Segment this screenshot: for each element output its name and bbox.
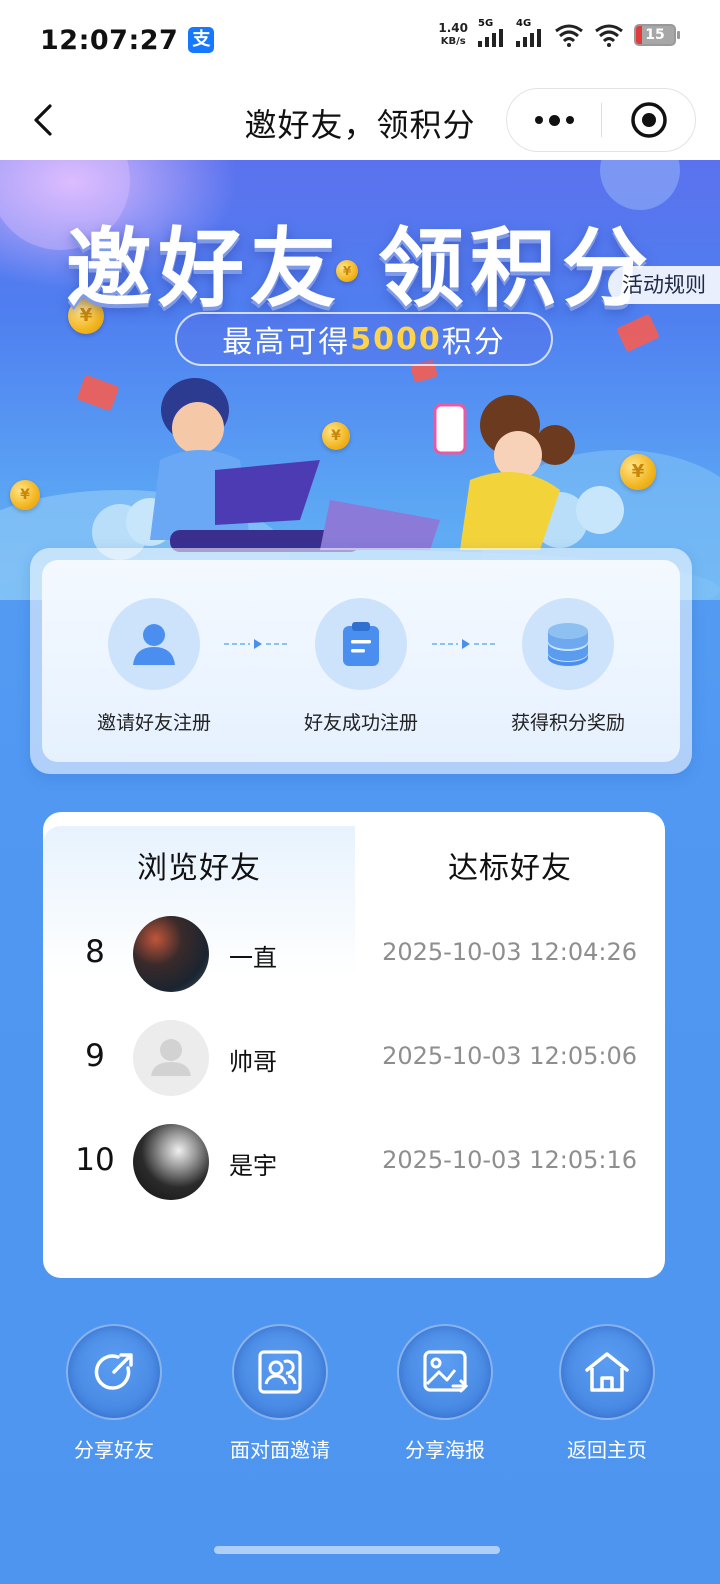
signal-5g-icon: 5G — [478, 18, 506, 47]
friend-time: 2025-10-03 12:05:06 — [382, 1042, 637, 1070]
net-speed: 1.40 KB/s — [438, 21, 468, 48]
list-item: 8 一直 2025-10-03 12:04:26 — [43, 914, 665, 994]
share-friends-button[interactable]: 分享好友 — [29, 1324, 199, 1463]
status-indicators: 1.40 KB/s 5G 4G 15 — [438, 18, 680, 48]
user-icon — [133, 624, 175, 665]
steps-card: 邀请好友注册 好友成功注册 获得积分奖励 — [30, 548, 692, 774]
action-label: 分享好友 — [74, 1438, 154, 1462]
avatar — [133, 916, 209, 992]
alipay-icon: 支 — [188, 27, 215, 53]
step-register: 好友成功注册 — [271, 598, 451, 735]
rank-number: 10 — [75, 1142, 115, 1178]
target-icon — [630, 102, 667, 138]
coin-decoration: ¥ — [620, 454, 656, 490]
status-bar: 12:07:27 支 1.40 KB/s 5G 4G 15 — [0, 0, 720, 80]
default-avatar-icon — [151, 1039, 191, 1076]
tab-qualified-friends[interactable]: 达标好友 — [355, 834, 665, 904]
face-to-face-icon — [258, 1350, 302, 1394]
tab-browse-friends[interactable]: 浏览好友 — [43, 834, 355, 904]
home-indicator[interactable] — [214, 1546, 500, 1554]
friend-time: 2025-10-03 12:05:16 — [382, 1146, 637, 1174]
coin-decoration: ¥ — [10, 480, 40, 510]
back-to-home-button[interactable]: 返回主页 — [522, 1324, 692, 1463]
step-invite: 邀请好友注册 — [64, 598, 244, 735]
step-label: 好友成功注册 — [303, 712, 418, 734]
hero-banner: ¥ ¥ ¥ ¥ ¥ 邀好友 领积分 最高可得 5000 积分 活动规则 — [0, 160, 720, 600]
action-label: 面对面邀请 — [230, 1438, 330, 1462]
friend-name: 一直 — [229, 944, 277, 972]
rank-number: 9 — [85, 1038, 105, 1074]
avatar — [133, 1124, 209, 1200]
coin-decoration: ¥ — [322, 422, 350, 450]
share-poster-button[interactable]: 分享海报 — [360, 1324, 530, 1463]
poster-share-icon — [423, 1350, 469, 1393]
step-reward: 获得积分奖励 — [478, 598, 658, 735]
list-item: 9 帅哥 2025-10-03 12:05:06 — [43, 1018, 665, 1098]
action-label: 返回主页 — [567, 1438, 647, 1462]
signal-4g-icon: 4G — [516, 18, 544, 47]
wifi-icon-2 — [595, 24, 623, 47]
mini-program-capsule — [506, 88, 696, 152]
close-mini-program-button[interactable] — [602, 101, 695, 139]
banner-subtitle: 最高可得 5000 积分 — [175, 312, 553, 366]
friend-name: 帅哥 — [229, 1048, 277, 1076]
step-label: 邀请好友注册 — [96, 712, 211, 734]
step-label: 获得积分奖励 — [510, 712, 625, 734]
friends-list-card: 浏览好友 达标好友 8 一直 2025-10-03 12:04:26 9 帅哥 … — [43, 812, 665, 1278]
bottom-actions: 分享好友 面对面邀请 分享海报 返回主页 — [0, 1324, 720, 1474]
activity-rules-button[interactable]: 活动规则 — [608, 266, 720, 304]
nav-bar: 邀好友，领积分 — [0, 80, 720, 160]
home-icon — [585, 1352, 629, 1392]
friend-time: 2025-10-03 12:04:26 — [382, 938, 637, 966]
clipboard-icon — [343, 622, 379, 666]
battery-icon: 15 — [634, 24, 680, 46]
avatar — [133, 1020, 209, 1096]
more-menu-button[interactable] — [507, 89, 601, 151]
wifi-icon — [555, 24, 583, 47]
list-item: 10 是宇 2025-10-03 12:05:16 — [43, 1122, 665, 1202]
face-to-face-invite-button[interactable]: 面对面邀请 — [195, 1324, 365, 1463]
coins-stack-icon — [548, 623, 588, 666]
banner-title: 邀好友 领积分 — [66, 219, 654, 319]
status-time: 12:07:27 — [40, 24, 179, 56]
rank-number: 8 — [85, 934, 105, 970]
share-arrow-icon — [94, 1353, 133, 1390]
action-label: 分享海报 — [405, 1438, 485, 1462]
friend-name: 是宇 — [229, 1152, 277, 1180]
